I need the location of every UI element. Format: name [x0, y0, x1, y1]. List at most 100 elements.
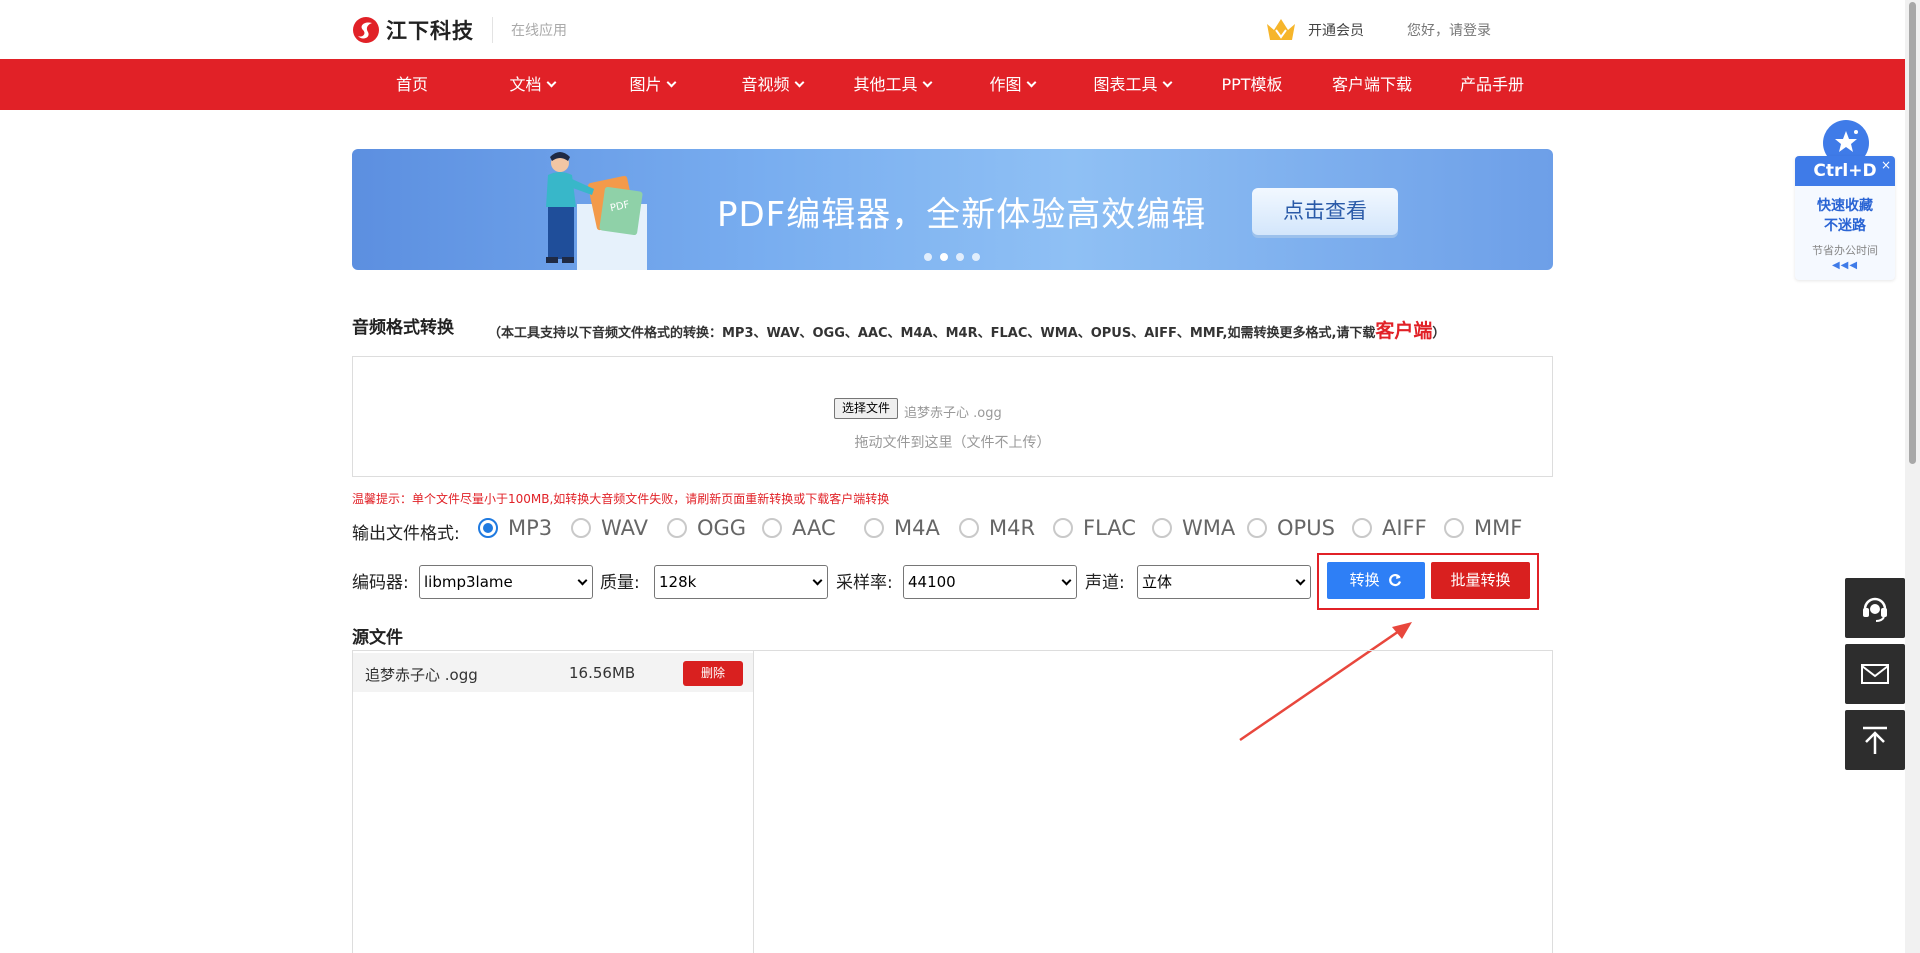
chevron-down-icon [794, 77, 804, 88]
nav-item[interactable]: 其他工具 [832, 59, 952, 110]
convert-button[interactable]: 转换 [1327, 562, 1425, 599]
batch-convert-button[interactable]: 批量转换 [1431, 562, 1530, 599]
encoder-value: libmp3lame [424, 573, 513, 591]
close-icon[interactable]: × [1881, 158, 1891, 172]
radio-button[interactable] [1247, 518, 1267, 538]
nav-item-label: 客户端下载 [1331, 75, 1412, 94]
refresh-icon [1389, 573, 1402, 587]
login-link[interactable]: 您好，请登录 [1407, 20, 1491, 40]
format-option-wma[interactable]: WMA [1152, 516, 1235, 540]
email-button[interactable] [1845, 644, 1905, 704]
bookmark-tip-line2: 不迷路 [1824, 218, 1866, 234]
radio-button[interactable] [762, 518, 782, 538]
format-option-label: WAV [601, 516, 649, 540]
chevron-down-icon [546, 77, 556, 88]
format-option-flac[interactable]: FLAC [1053, 516, 1136, 540]
radio-button[interactable] [1152, 518, 1172, 538]
format-option-opus[interactable]: OPUS [1247, 516, 1335, 540]
bookmark-tip: 快速收藏 不迷路 [1795, 196, 1895, 236]
format-option-m4r[interactable]: M4R [959, 516, 1035, 540]
radio-button[interactable] [1352, 518, 1372, 538]
radio-button[interactable] [959, 518, 979, 538]
radio-button[interactable] [1053, 518, 1073, 538]
nav-item[interactable]: 客户端下载 [1312, 59, 1432, 110]
radio-button[interactable] [571, 518, 591, 538]
back-to-top-button[interactable] [1845, 710, 1905, 770]
format-option-wav[interactable]: WAV [571, 516, 648, 540]
bookmark-widget[interactable]: Ctrl+D × 快速收藏 不迷路 节省办公时间 ◀◀◀ [1795, 120, 1895, 280]
radio-button[interactable] [864, 518, 884, 538]
banner-dot[interactable] [972, 253, 980, 261]
banner-illustration: PDF [546, 152, 647, 270]
encoder-label: 编码器: [352, 573, 409, 593]
format-option-ogg[interactable]: OGG [667, 516, 746, 540]
source-file-list: 追梦赤子心 .ogg 16.56MB 删除 [353, 651, 754, 953]
upload-dropzone[interactable]: 选择文件 追梦赤子心 .ogg 拖动文件到这里（文件不上传） [352, 356, 1553, 477]
vip-link[interactable]: 开通会员 [1264, 16, 1364, 44]
logo[interactable]: 江下科技 [352, 14, 474, 46]
page: 江下科技 在线应用 开通会员 您好，请登录 首页 文档 图片 音视频 其他工具 作图 图表工… [0, 0, 1920, 953]
nav-item[interactable]: 图表工具 [1072, 59, 1192, 110]
promo-banner[interactable]: PDF PDF编辑器，全新体验高效编辑 点击查看 [352, 149, 1553, 270]
nav-item[interactable]: 产品手册 [1432, 59, 1552, 110]
format-option-label: M4R [989, 516, 1036, 540]
delete-file-button[interactable]: 删除 [683, 661, 743, 686]
banner-dot[interactable] [940, 253, 948, 261]
banner-dot[interactable] [956, 253, 964, 261]
nav-item[interactable]: 首页 [352, 59, 472, 110]
channel-value: 立体 [1142, 573, 1173, 591]
radio-button[interactable] [478, 518, 498, 538]
format-option-aac[interactable]: AAC [762, 516, 836, 540]
radio-button[interactable] [667, 518, 687, 538]
format-option-aiff[interactable]: AIFF [1352, 516, 1427, 540]
format-option-label: M4A [894, 516, 940, 540]
client-download-link[interactable]: 客户端 [1375, 320, 1432, 342]
vip-label: 开通会员 [1308, 23, 1364, 39]
channel-select[interactable]: 立体 [1137, 565, 1311, 599]
chevron-down-icon [1026, 77, 1036, 88]
choose-file-button[interactable]: 选择文件 [834, 398, 898, 419]
scrollbar-thumb[interactable] [1909, 2, 1916, 464]
chevron-down-icon [1295, 575, 1306, 586]
nav-item[interactable]: 音视频 [712, 59, 832, 110]
format-option-mmf[interactable]: MMF [1444, 516, 1522, 540]
samplerate-value: 44100 [908, 573, 956, 591]
nav-item[interactable]: 图片 [592, 59, 712, 110]
quality-select[interactable]: 128k [654, 565, 828, 599]
tool-note-end: ） [1432, 326, 1446, 341]
nav-item[interactable]: PPT模板 [1192, 59, 1312, 110]
chevron-down-icon [1162, 77, 1172, 88]
format-option-mp3[interactable]: MP3 [478, 516, 552, 540]
format-option-label: WMA [1182, 516, 1236, 540]
chevron-down-icon [666, 77, 676, 88]
nav-item-label: 首页 [395, 75, 428, 94]
size-warning: 温馨提示：单个文件尽量小于100MB,如转换大音频文件失败，请刷新页面重新转换或… [352, 492, 890, 506]
page-scrollbar[interactable] [1905, 0, 1920, 953]
format-option-m4a[interactable]: M4A [864, 516, 940, 540]
nav-item-label: 音视频 [741, 75, 790, 94]
logo-divider [492, 17, 493, 43]
chevron-down-icon [922, 77, 932, 88]
bookmark-card: Ctrl+D × 快速收藏 不迷路 节省办公时间 ◀◀◀ [1795, 156, 1895, 280]
customer-service-button[interactable] [1845, 578, 1905, 638]
banner-view-button[interactable]: 点击查看 [1252, 188, 1398, 235]
tool-note-text: （本工具支持以下音频文件格式的转换：MP3、WAV、OGG、AAC、M4A、M4… [488, 326, 1376, 341]
brand-subtitle: 在线应用 [511, 23, 567, 39]
encoder-select[interactable]: libmp3lame [419, 565, 593, 599]
nav-item[interactable]: 作图 [952, 59, 1072, 110]
file-row[interactable]: 追梦赤子心 .ogg 16.56MB 删除 [353, 653, 753, 692]
source-files-title: 源文件 [352, 628, 403, 648]
nav-item[interactable]: 文档 [472, 59, 592, 110]
format-option-label: OGG [697, 516, 747, 540]
banner-dot[interactable] [924, 253, 932, 261]
tool-title: 音频格式转换 [352, 318, 454, 338]
logo-icon [353, 17, 379, 43]
arrow-up-icon [1863, 726, 1887, 754]
banner-title: PDF编辑器，全新体验高效编辑 [717, 195, 1207, 235]
file-name: 追梦赤子心 .ogg [365, 666, 478, 684]
radio-button[interactable] [1444, 518, 1464, 538]
headset-icon [1863, 597, 1887, 622]
format-option-label: OPUS [1277, 516, 1335, 540]
samplerate-select[interactable]: 44100 [903, 565, 1077, 599]
format-option-label: AAC [792, 516, 836, 540]
